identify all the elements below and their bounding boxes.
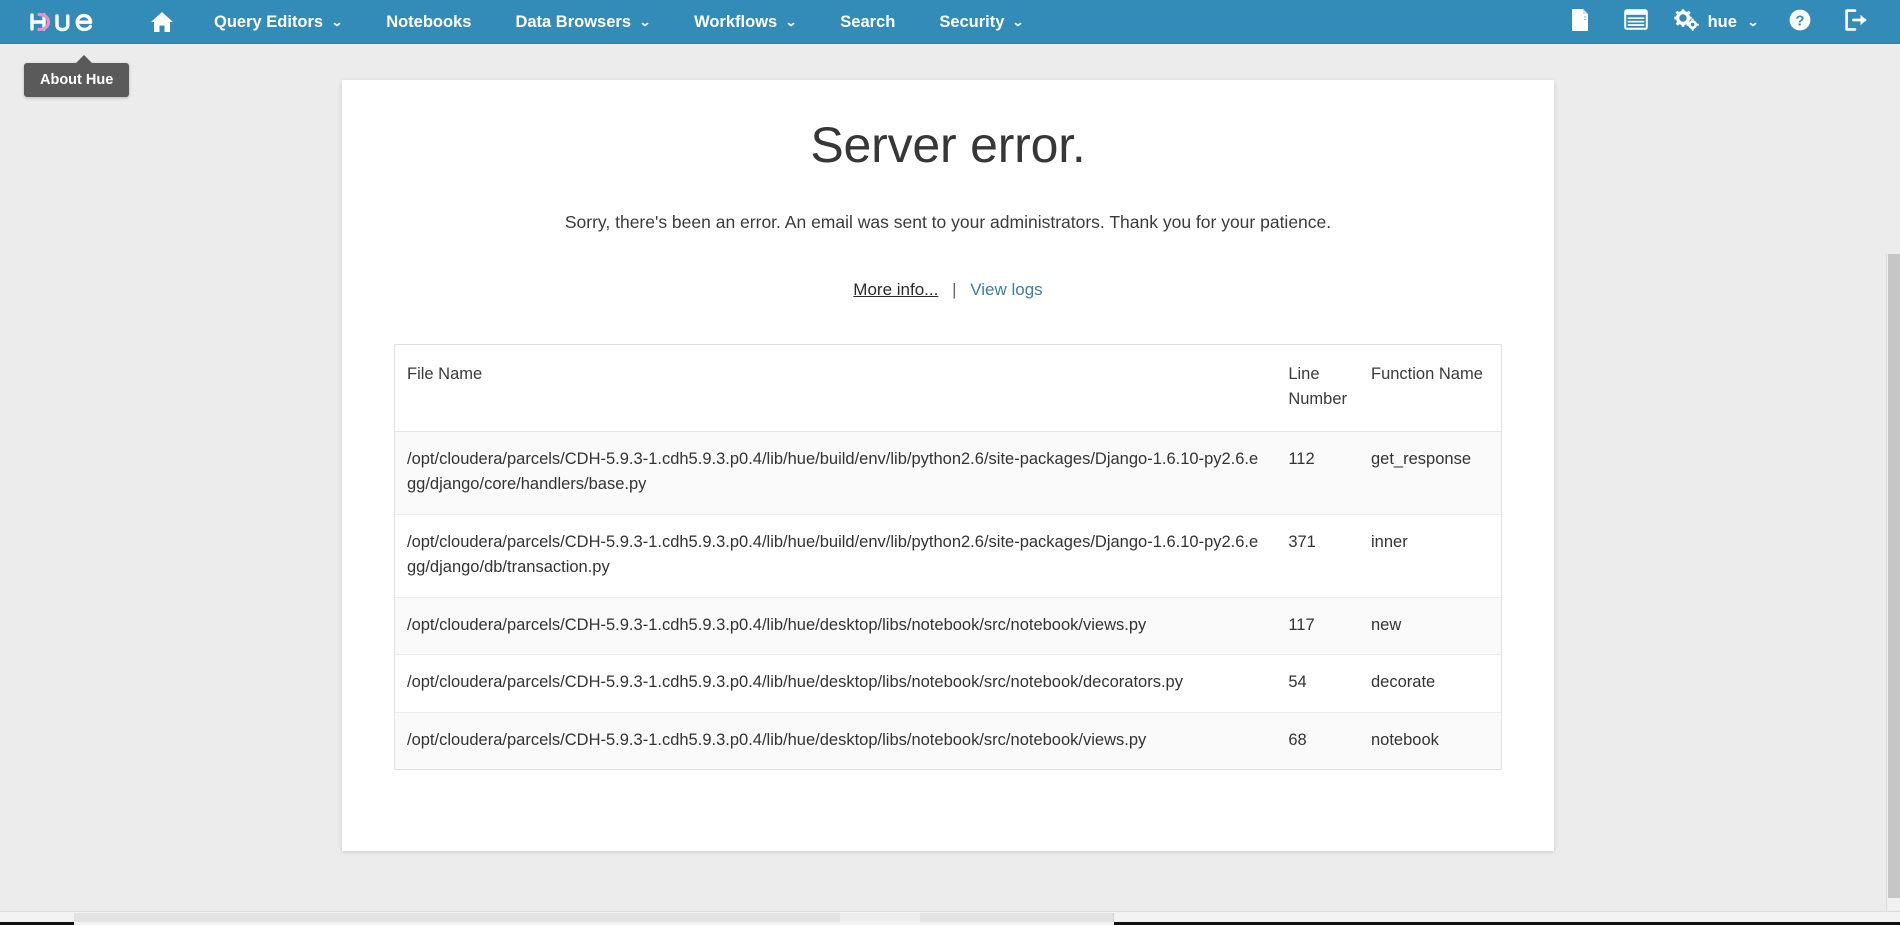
- nav-item-label: Query Editors: [214, 13, 324, 31]
- link-separator: |: [952, 280, 957, 299]
- traceback-table-body: /opt/cloudera/parcels/CDH-5.9.3-1.cdh5.9…: [395, 431, 1501, 770]
- cell-line-number: 371: [1276, 513, 1359, 598]
- chevron-down-icon: ⌄: [330, 15, 344, 29]
- table-row: /opt/cloudera/parcels/CDH-5.9.3-1.cdh5.9…: [395, 513, 1501, 598]
- nav-item-data-browsers[interactable]: Data Browsers ⌄: [493, 0, 672, 44]
- nav-item-query-editors[interactable]: Query Editors ⌄: [192, 0, 364, 44]
- username-label: hue: [1707, 12, 1737, 31]
- traceback-table-wrapper: File Name Line Number Function Name /opt…: [394, 344, 1502, 771]
- traceback-table: File Name Line Number Function Name /opt…: [395, 345, 1501, 770]
- cell-function-name: decorate: [1359, 654, 1501, 713]
- user-menu[interactable]: hue ⌄: [1664, 0, 1772, 44]
- nav-item-label: Security: [939, 13, 1005, 31]
- error-card: Server error. Sorry, there's been an err…: [342, 80, 1554, 851]
- vertical-scrollbar[interactable]: [1886, 254, 1900, 914]
- list-icon: [1623, 9, 1648, 35]
- cell-file-name: /opt/cloudera/parcels/CDH-5.9.3-1.cdh5.9…: [395, 596, 1277, 655]
- file-icon: [1570, 8, 1590, 37]
- error-subtitle: Sorry, there's been an error. An email w…: [564, 211, 1332, 232]
- traceback-table-head: File Name Line Number Function Name: [395, 345, 1501, 432]
- cell-file-name: /opt/cloudera/parcels/CDH-5.9.3-1.cdh5.9…: [395, 513, 1277, 598]
- table-header-row: File Name Line Number Function Name: [395, 345, 1501, 432]
- table-row: /opt/cloudera/parcels/CDH-5.9.3-1.cdh5.9…: [395, 431, 1501, 515]
- help-circle-icon: ?: [1788, 8, 1812, 37]
- error-card-inner: Server error. Sorry, there's been an err…: [342, 80, 1554, 300]
- home-icon: [150, 11, 174, 33]
- table-row: /opt/cloudera/parcels/CDH-5.9.3-1.cdh5.9…: [395, 596, 1501, 655]
- nav-item-security[interactable]: Security ⌄: [917, 0, 1045, 44]
- top-navbar: Query Editors ⌄ Notebooks Data Browsers …: [0, 0, 1900, 44]
- cell-function-name: get_response: [1371, 449, 1471, 468]
- cell-line-number: 54: [1276, 654, 1359, 713]
- chevron-down-icon: ⌄: [1012, 15, 1025, 29]
- chevron-down-icon: ⌄: [784, 15, 798, 29]
- column-header-file-name: File Name: [395, 345, 1277, 432]
- hue-logo[interactable]: [0, 0, 132, 44]
- view-logs-link[interactable]: View logs: [970, 280, 1042, 299]
- logout-icon: [1844, 8, 1868, 36]
- cell-line-number: 112: [1288, 449, 1315, 468]
- column-header-function-name: Function Name: [1359, 345, 1501, 432]
- svg-text:?: ?: [1795, 12, 1804, 29]
- nav-item-search[interactable]: Search: [818, 0, 917, 44]
- cell-file-name: /opt/cloudera/parcels/CDH-5.9.3-1.cdh5.9…: [395, 711, 1277, 770]
- nav-item-label: Notebooks: [386, 13, 472, 31]
- nav-item-label: Data Browsers: [515, 13, 632, 31]
- nav-items: Query Editors ⌄ Notebooks Data Browsers …: [132, 0, 1046, 44]
- nav-item-workflows[interactable]: Workflows ⌄: [672, 0, 818, 44]
- help-button[interactable]: ?: [1772, 0, 1828, 44]
- error-links: More info... | View logs: [398, 280, 1498, 300]
- vertical-scrollbar-thumb[interactable]: [1888, 254, 1900, 898]
- page-title: Server error.: [810, 117, 1086, 173]
- table-row: /opt/cloudera/parcels/CDH-5.9.3-1.cdh5.9…: [395, 711, 1501, 770]
- cell-function-name: notebook: [1359, 711, 1501, 770]
- about-hue-tooltip: About Hue: [24, 55, 130, 97]
- cell-line-number: 68: [1276, 711, 1359, 770]
- cell-function-name: new: [1359, 596, 1501, 655]
- nav-item-home[interactable]: [132, 0, 192, 44]
- chevron-down-icon: ⌄: [1746, 15, 1760, 29]
- nav-item-notebooks[interactable]: Notebooks: [364, 0, 493, 44]
- chevron-down-icon: ⌄: [638, 15, 652, 29]
- gears-icon: [1673, 8, 1700, 36]
- documents-button[interactable]: [1552, 0, 1608, 44]
- nav-item-label: Workflows: [694, 13, 778, 31]
- cell-line-number: 117: [1276, 596, 1359, 655]
- nav-right-group: hue ⌄ ?: [1552, 0, 1900, 44]
- cell-file-name: /opt/cloudera/parcels/CDH-5.9.3-1.cdh5.9…: [395, 654, 1277, 713]
- column-header-line-number: Line Number: [1276, 345, 1359, 432]
- logout-button[interactable]: [1828, 0, 1884, 44]
- more-info-link[interactable]: More info...: [853, 280, 938, 299]
- table-row: /opt/cloudera/parcels/CDH-5.9.3-1.cdh5.9…: [395, 654, 1501, 713]
- cell-file-name: /opt/cloudera/parcels/CDH-5.9.3-1.cdh5.9…: [407, 449, 1259, 494]
- nav-item-label: Search: [840, 13, 896, 31]
- tooltip-label: About Hue: [40, 72, 114, 88]
- cell-function-name: inner: [1359, 513, 1501, 598]
- jobs-button[interactable]: [1608, 0, 1664, 44]
